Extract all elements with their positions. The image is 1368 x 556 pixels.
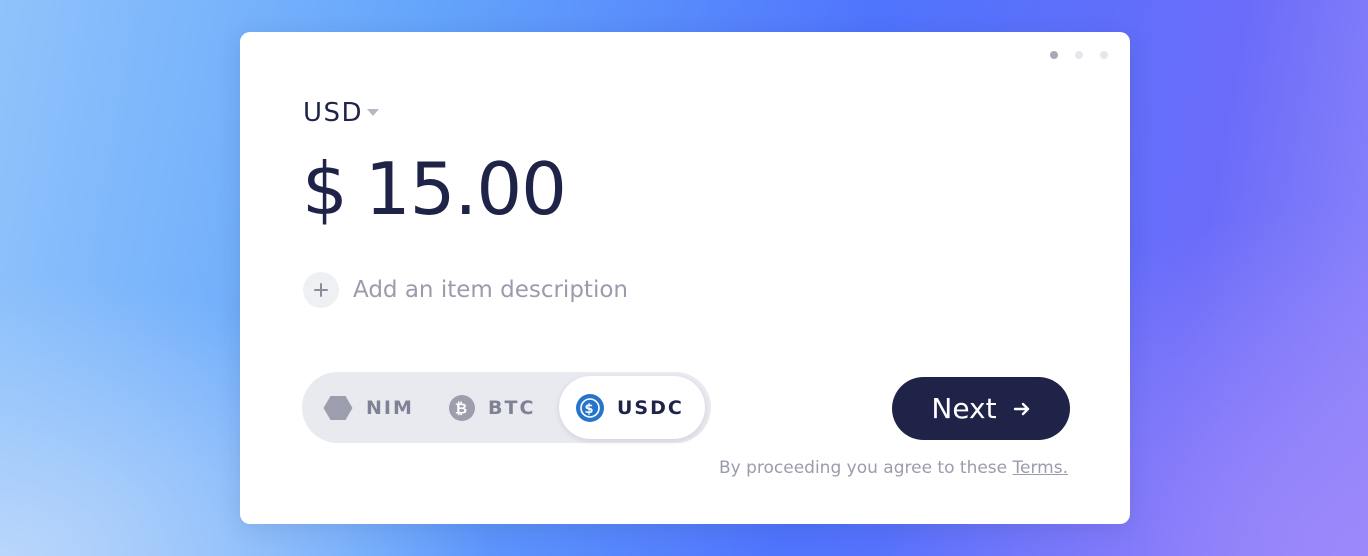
plus-icon — [303, 272, 339, 308]
coin-option-btc[interactable]: ₿ BTC — [449, 376, 535, 439]
coin-selector: NIM ₿ BTC $ USDC — [302, 372, 711, 443]
coin-label-nim: NIM — [366, 396, 414, 419]
amount-value: 15.00 — [364, 147, 567, 231]
terms-text: By proceeding you agree to these — [718, 458, 1008, 478]
step-dot-1 — [1050, 51, 1058, 59]
nim-hexagon-icon — [323, 395, 353, 421]
add-description-button[interactable]: Add an item description — [303, 272, 628, 308]
step-dot-3 — [1100, 51, 1108, 59]
amount-currency-symbol: $ — [302, 147, 348, 231]
caret-down-icon — [367, 108, 380, 116]
step-indicator — [1050, 51, 1108, 59]
terms-link[interactable]: Terms. — [1013, 458, 1068, 478]
currency-selector[interactable]: USD — [303, 98, 380, 128]
amount-input[interactable]: $15.00 — [302, 147, 567, 231]
coin-option-usdc[interactable]: $ USDC — [559, 376, 705, 439]
bitcoin-icon: ₿ — [449, 394, 475, 421]
svg-text:$: $ — [584, 402, 595, 417]
step-dot-2 — [1075, 51, 1083, 59]
coin-label-btc: BTC — [488, 396, 536, 419]
coin-label-usdc: USDC — [617, 396, 684, 419]
terms-notice: By proceeding you agree to these Terms. — [719, 458, 1068, 478]
svg-text:₿: ₿ — [455, 399, 469, 417]
payment-card: USD $15.00 Add an item description NIM ₿… — [240, 32, 1130, 524]
description-placeholder: Add an item description — [353, 277, 628, 303]
arrow-right-icon — [1013, 401, 1031, 417]
usdc-icon: $ — [576, 393, 604, 422]
next-button[interactable]: Next — [892, 377, 1070, 440]
next-button-label: Next — [931, 392, 997, 425]
currency-code: USD — [303, 98, 364, 128]
coin-option-nim[interactable]: NIM — [323, 376, 414, 439]
